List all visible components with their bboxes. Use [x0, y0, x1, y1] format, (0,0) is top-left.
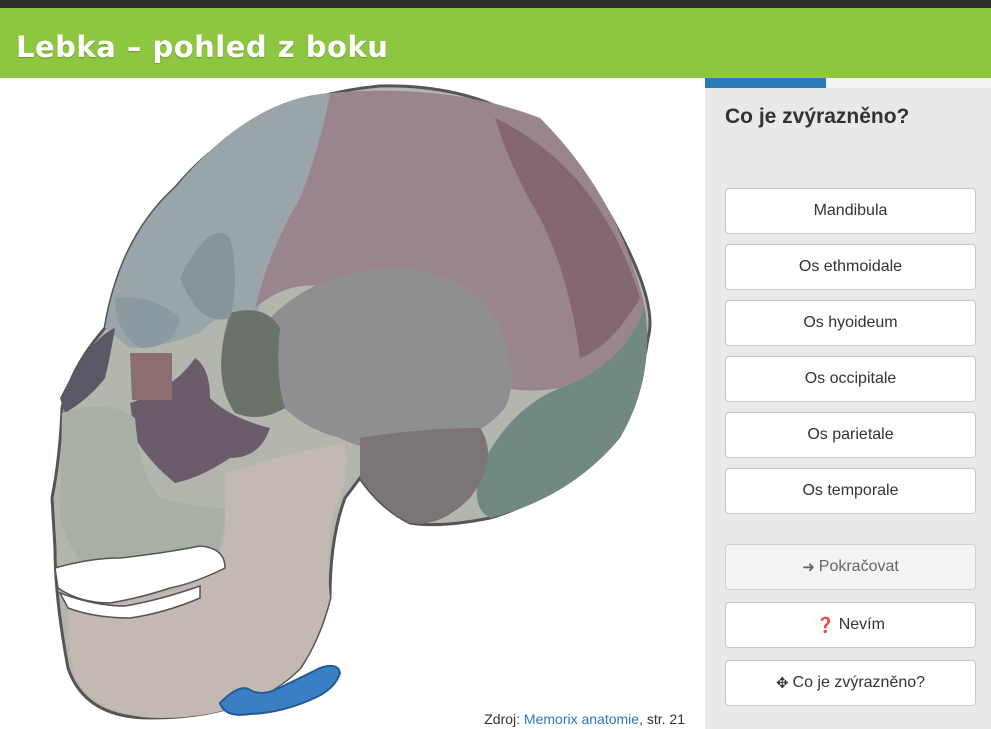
header-bar: Lebka – pohled z boku	[0, 8, 991, 78]
answer-option[interactable]: Os hyoideum	[725, 300, 976, 346]
quiz-panel: Co je zvýrazněno? Mandibula Os ethmoidal…	[705, 78, 991, 729]
continue-button[interactable]: ➜ Pokračovat	[725, 544, 976, 590]
dont-know-button[interactable]: ❓ Nevím	[725, 602, 976, 648]
arrow-right-icon: ➜	[802, 559, 815, 576]
sphenoid-bone	[221, 310, 285, 417]
skull-illustration	[50, 84, 652, 720]
page-title: Lebka – pohled z boku	[16, 30, 389, 64]
progress-fill	[705, 78, 826, 88]
answer-option[interactable]: Os occipitale	[725, 356, 976, 402]
question-circle-icon: ❓	[816, 617, 835, 634]
question-text: Co je zvýrazněno?	[725, 105, 910, 128]
dont-know-label: Nevím	[838, 616, 885, 633]
answer-option[interactable]: Os ethmoidale	[725, 244, 976, 290]
source-link[interactable]: Memorix anatomie	[524, 711, 639, 727]
source-prefix: Zdroj:	[484, 711, 524, 727]
answer-option[interactable]: Os temporale	[725, 468, 976, 514]
hint-button[interactable]: ✥ Co je zvýrazněno?	[725, 660, 976, 706]
image-stage: Zdroj: Memorix anatomie, str. 21	[0, 78, 705, 729]
answer-option[interactable]: Os parietale	[725, 412, 976, 458]
ethmoid-bone	[130, 353, 172, 400]
continue-label: Pokračovat	[818, 558, 899, 575]
source-credit: Zdroj: Memorix anatomie, str. 21	[484, 711, 685, 727]
top-bar	[0, 0, 991, 8]
progress-bar	[705, 78, 991, 88]
move-arrows-icon: ✥	[775, 675, 789, 692]
hint-label: Co je zvýrazněno?	[792, 674, 926, 691]
answer-option[interactable]: Mandibula	[725, 188, 976, 234]
source-suffix: , str. 21	[639, 711, 685, 727]
progress-track	[826, 78, 991, 88]
